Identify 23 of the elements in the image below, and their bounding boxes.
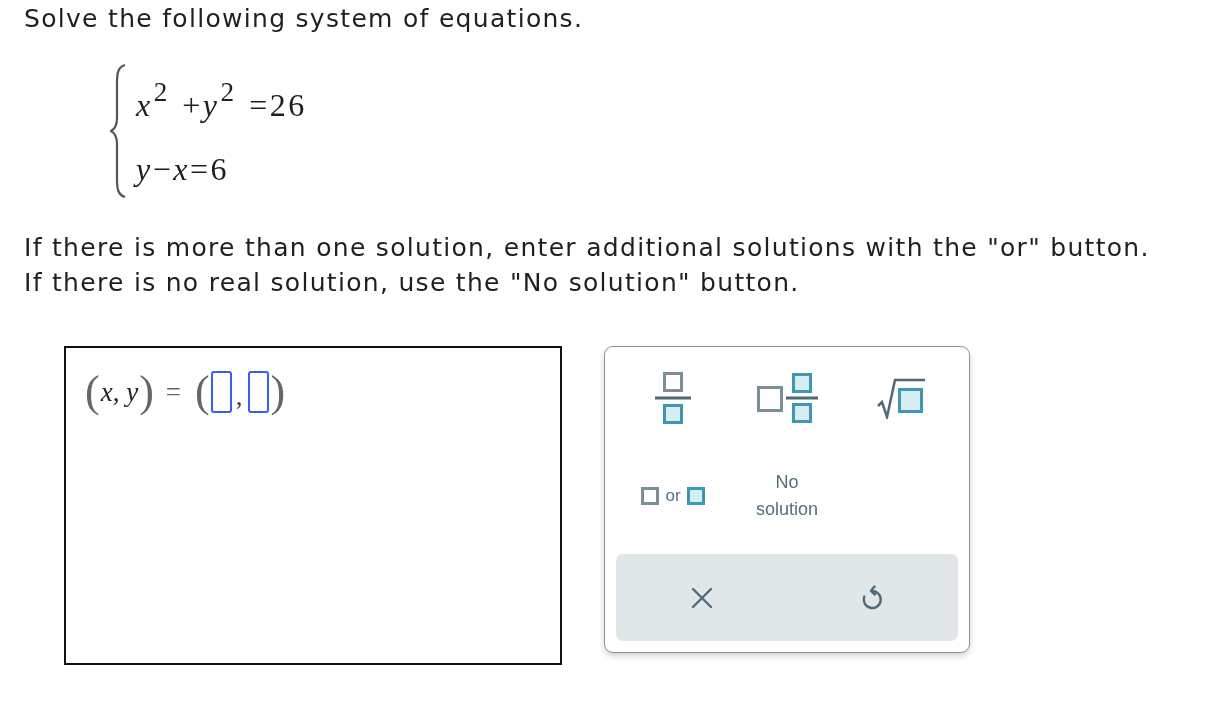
instruction-text: If there is more than one solution, enter additional solutions with the "or" button. <box>24 232 1150 264</box>
cross-icon <box>689 585 714 610</box>
outline-square-icon <box>641 487 660 505</box>
undo-icon <box>860 584 885 611</box>
mixed-number-icon <box>756 373 818 423</box>
answer-field[interactable] <box>210 371 232 413</box>
square-root-icon <box>877 377 925 419</box>
parenthesis: ) <box>139 366 154 418</box>
parenthesis: ( <box>85 366 100 418</box>
prompt-text: Solve the following system of equations. <box>24 3 584 35</box>
fraction-icon <box>655 372 691 424</box>
parenthesis: ) <box>270 366 286 418</box>
no-solution-button[interactable]: No solution <box>745 465 829 527</box>
or-button[interactable]: or <box>637 482 709 510</box>
answer-field[interactable] <box>248 371 270 413</box>
shaded-square-icon <box>686 487 705 505</box>
variable-pair: x, y <box>100 376 140 407</box>
equals-sign: = <box>165 376 181 408</box>
equation: x$^{2}$ +y$^{2}$ =26 <box>136 76 307 125</box>
instruction-text: If there is no real solution, use the "No solution" button. <box>24 267 801 299</box>
curly-brace-icon <box>110 63 126 199</box>
parenthesis: ( <box>195 366 210 418</box>
comma: , <box>235 381 243 412</box>
